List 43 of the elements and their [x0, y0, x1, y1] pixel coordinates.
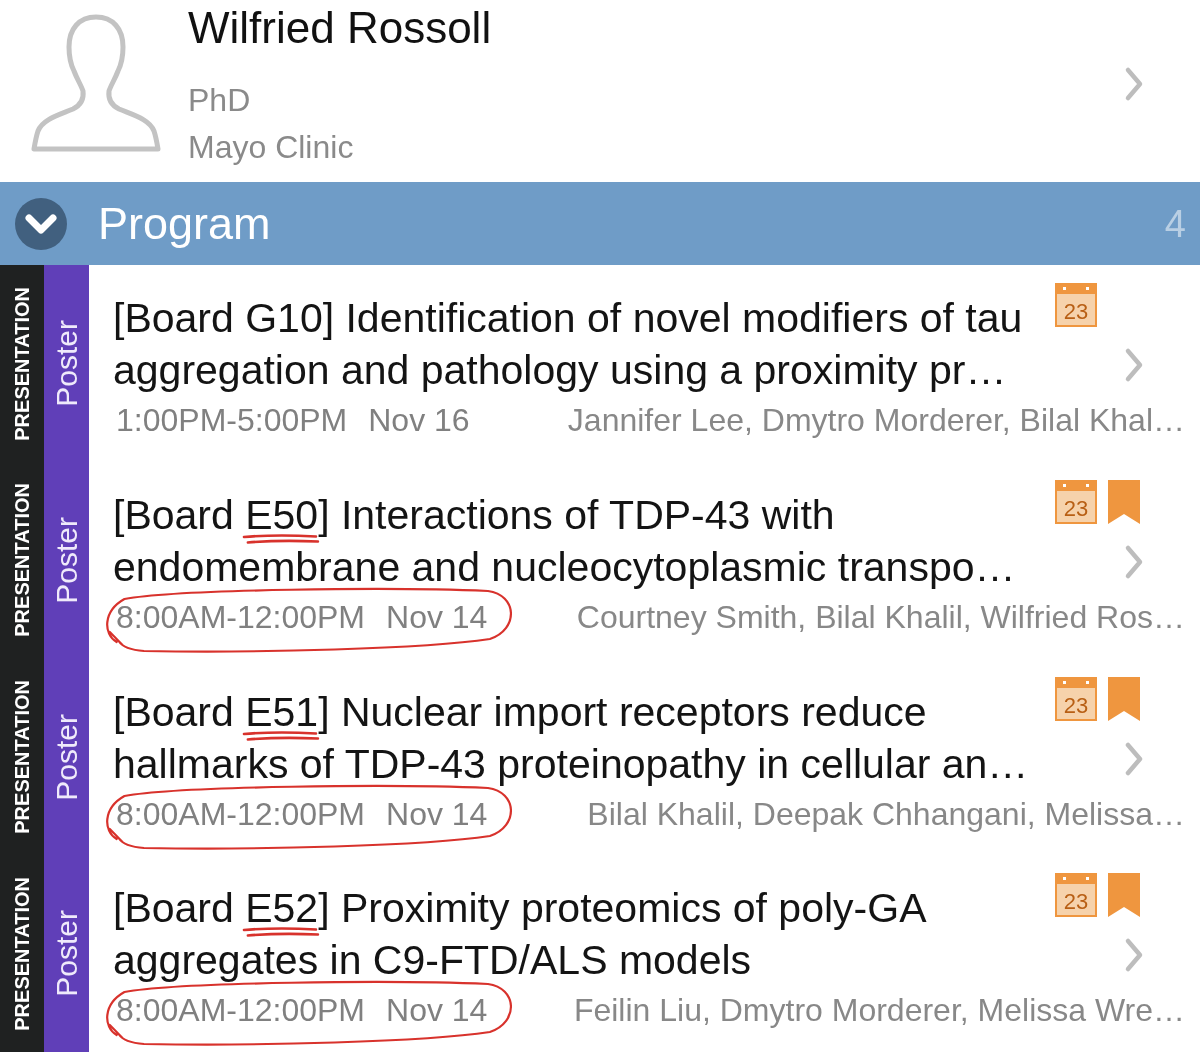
item-time: 1:00PM-5:00PM [116, 401, 348, 440]
item-date: Nov 14 [386, 597, 488, 637]
type-label: Poster [50, 713, 83, 801]
item-title: [Board E50] Interactions of TDP-43 with endomembrane and nucleocytoplasmic transpo… [113, 490, 1017, 592]
category-label: PRESENTATION [11, 286, 33, 441]
item-authors: Jannifer Lee, Dmytro Morderer, Bilal Khal… [566, 401, 1185, 440]
category-label: PRESENTATION [11, 680, 33, 834]
item-date: Nov 16 [368, 401, 470, 440]
avatar-silhouette-icon [31, 13, 161, 153]
category-label: PRESENTATION [11, 876, 33, 1031]
chevron-right-icon[interactable] [1124, 937, 1144, 974]
item-date: Nov 14 [386, 794, 488, 834]
section-title: Program [98, 196, 271, 251]
item-authors: Bilal Khalil, Deepak Chhangani, Melissa… [586, 794, 1185, 834]
chevron-right-icon[interactable] [1124, 740, 1144, 777]
item-title: [Board E51] Nuclear import receptors reduce hallmarks of TDP-43 proteinopathy in cellular an… [113, 687, 1030, 789]
calendar-icon[interactable]: 23 [1055, 283, 1097, 327]
item-time: 8:00AM-12:00PM [116, 597, 365, 637]
item-title: [Board E52] Proximity proteomics of poly-GA aggregates in C9-FTD/ALS models [113, 884, 926, 986]
item-authors: Courtney Smith, Bilal Khalil, Wilfried Ros… [575, 597, 1185, 637]
profile-degree: PhD [188, 81, 252, 120]
bookmark-icon[interactable] [1108, 676, 1140, 721]
item-authors: Feilin Liu, Dmytro Morderer, Melissa Wre… [572, 991, 1185, 1031]
type-label: Poster [50, 516, 83, 604]
item-title: [Board G10] Identification of novel modifiers of tau aggregation and pathology using a proximity pr… [113, 294, 1024, 395]
calendar-icon[interactable]: 23 [1055, 873, 1097, 918]
profile-affiliation: Mayo Clinic [188, 128, 355, 167]
category-label: PRESENTATION [11, 483, 33, 637]
type-label: Poster [50, 320, 83, 407]
chevron-right-icon[interactable] [1124, 347, 1144, 383]
calendar-icon[interactable]: 23 [1055, 479, 1097, 524]
item-date: Nov 14 [386, 991, 488, 1031]
item-count: 4 [1164, 201, 1186, 247]
calendar-icon[interactable]: 23 [1055, 676, 1097, 721]
chevron-right-icon[interactable] [1124, 543, 1144, 580]
type-label: Poster [50, 910, 83, 997]
profile-name: Wilfried Rossoll [188, 2, 492, 54]
chevron-right-icon[interactable] [1123, 66, 1145, 102]
item-time: 8:00AM-12:00PM [116, 991, 365, 1031]
bookmark-icon[interactable] [1108, 873, 1140, 918]
chevron-down-circle-icon[interactable] [14, 196, 68, 251]
bookmark-icon[interactable] [1108, 479, 1140, 524]
item-time: 8:00AM-12:00PM [116, 794, 365, 834]
